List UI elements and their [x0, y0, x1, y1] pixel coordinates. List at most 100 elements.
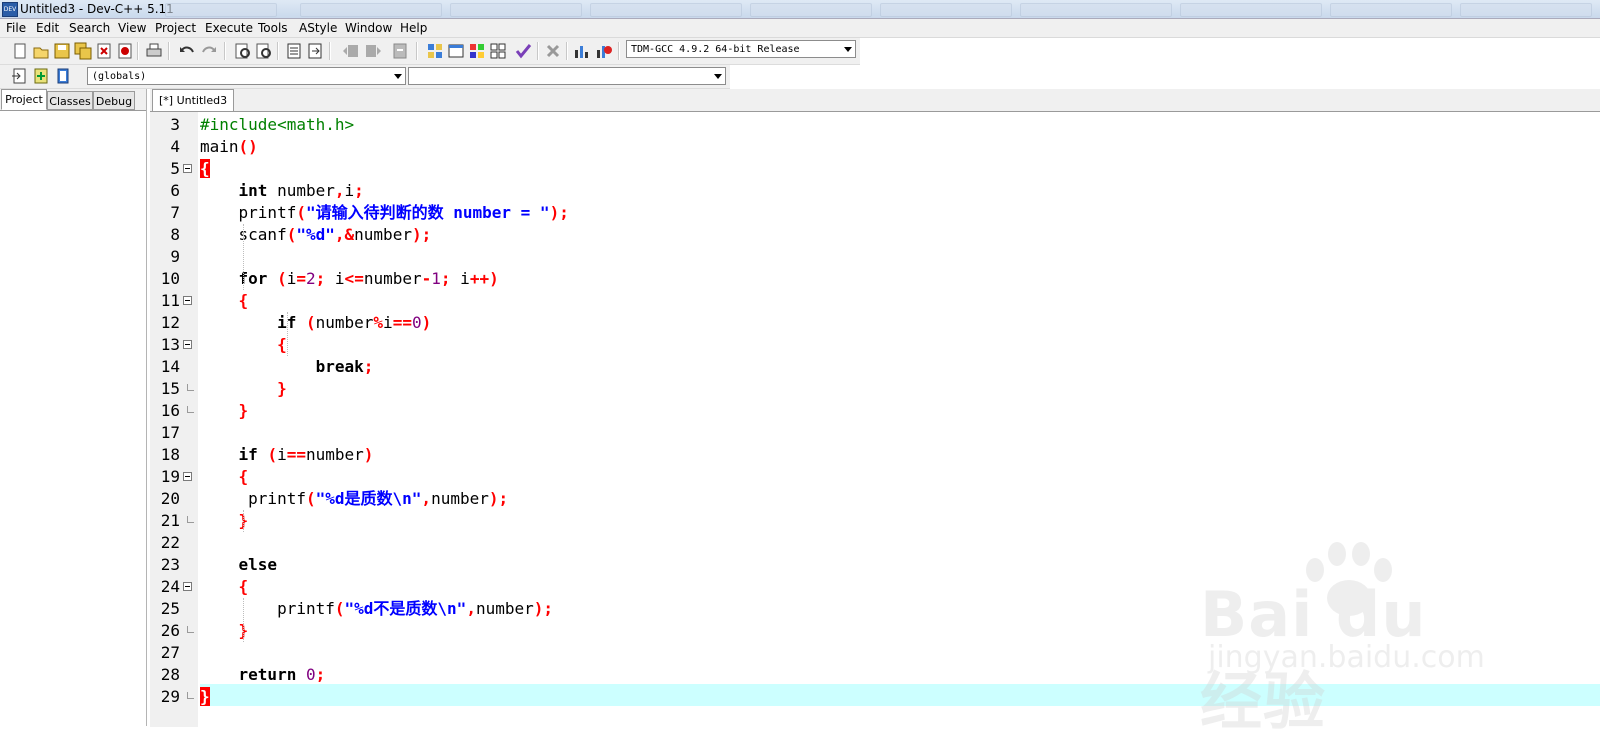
- menu-window[interactable]: Window: [345, 21, 392, 35]
- syntax-check-icon[interactable]: [513, 41, 533, 61]
- code-line[interactable]: {: [200, 576, 1600, 598]
- rebuild-all-icon[interactable]: [488, 41, 508, 61]
- menu-execute[interactable]: Execute: [205, 21, 253, 35]
- code-line[interactable]: for (i=2; i<=number-1; i++): [200, 268, 1600, 290]
- project-tree[interactable]: [0, 110, 146, 727]
- line-number: 6: [170, 181, 180, 200]
- find-icon[interactable]: [233, 41, 253, 61]
- code-line[interactable]: if (i==number): [200, 444, 1600, 466]
- code-line[interactable]: break;: [200, 356, 1600, 378]
- line-number: 23: [160, 555, 180, 574]
- toolbar-separator: [416, 42, 418, 60]
- line-number: 16: [160, 401, 180, 420]
- scope-select[interactable]: (globals): [87, 67, 406, 85]
- tab-project[interactable]: Project: [1, 89, 47, 110]
- code-editor[interactable]: 3 4 5 6 7 8 9 10 11 12 13 14 15 16 17 18 19 20 21 22 23 24 25 2…: [150, 111, 1600, 727]
- fold-toggle-icon[interactable]: [183, 582, 192, 591]
- fold-toggle-icon[interactable]: [183, 472, 192, 481]
- menu-view[interactable]: View: [118, 21, 146, 35]
- code-line[interactable]: [200, 422, 1600, 444]
- code-line[interactable]: return 0;: [200, 664, 1600, 686]
- code-line[interactable]: [200, 532, 1600, 554]
- code-line[interactable]: [200, 246, 1600, 268]
- devcpp-app-icon[interactable]: DEV: [2, 2, 18, 17]
- indent-guide: [243, 510, 244, 532]
- toggle-bookmark-icon[interactable]: [31, 66, 51, 86]
- menu-search[interactable]: Search: [69, 21, 110, 35]
- line-number: 19: [160, 467, 180, 486]
- open-file-icon[interactable]: [31, 41, 51, 61]
- insert-icon[interactable]: [10, 66, 30, 86]
- line-number-gutter: 3 4 5 6 7 8 9 10 11 12 13 14 15 16 17 18 19 20 21 22 23 24 25 2…: [150, 112, 198, 727]
- code-line[interactable]: {: [200, 466, 1600, 488]
- class-toolbar: (globals): [0, 65, 730, 89]
- code-line[interactable]: printf("%d是质数\n",number);: [200, 488, 1600, 510]
- menu-help[interactable]: Help: [400, 21, 427, 35]
- code-line[interactable]: }: [200, 686, 1600, 708]
- menu-tools[interactable]: Tools: [258, 21, 288, 35]
- code-line[interactable]: }: [200, 378, 1600, 400]
- indent-left-icon[interactable]: [341, 41, 361, 61]
- code-line[interactable]: }: [200, 510, 1600, 532]
- print-icon[interactable]: [144, 41, 164, 61]
- line-number: 8: [170, 225, 180, 244]
- code-line[interactable]: #include<math.h>: [200, 114, 1600, 136]
- save-icon[interactable]: [52, 41, 72, 61]
- run-icon[interactable]: [446, 41, 466, 61]
- fold-end-marker: [187, 626, 194, 633]
- function-select[interactable]: [408, 67, 726, 85]
- fold-toggle-icon[interactable]: [183, 296, 192, 305]
- redo-icon[interactable]: [199, 41, 219, 61]
- code-area[interactable]: #include<math.h> main(){ int number,i; pr…: [200, 112, 1600, 727]
- code-line[interactable]: {: [200, 290, 1600, 312]
- editor-tab-untitled3[interactable]: [*] Untitled3: [152, 89, 235, 112]
- tab-classes[interactable]: Classes: [47, 91, 93, 110]
- code-line[interactable]: else: [200, 554, 1600, 576]
- background-taskbar-tab: [165, 3, 277, 17]
- compiler-select[interactable]: TDM-GCC 4.9.2 64-bit Release: [626, 40, 856, 58]
- indent-guide: [287, 312, 288, 356]
- code-line[interactable]: printf("请输入待判断的数 number = ");: [200, 202, 1600, 224]
- menu-astyle[interactable]: AStyle: [299, 21, 337, 35]
- code-line[interactable]: }: [200, 620, 1600, 642]
- replace-icon[interactable]: [254, 41, 274, 61]
- background-taskbar-tab: [750, 3, 872, 17]
- goto-line-icon[interactable]: [284, 41, 304, 61]
- line-number: 10: [160, 269, 180, 288]
- code-line[interactable]: {: [200, 158, 1600, 180]
- code-line[interactable]: {: [200, 334, 1600, 356]
- save-all-icon[interactable]: [73, 41, 93, 61]
- delete-profile-icon[interactable]: [594, 41, 614, 61]
- new-file-icon[interactable]: [10, 41, 30, 61]
- stop-execution-icon[interactable]: [543, 41, 563, 61]
- code-line[interactable]: scanf("%d",&number);: [200, 224, 1600, 246]
- line-number: 14: [160, 357, 180, 376]
- menu-edit[interactable]: Edit: [36, 21, 59, 35]
- close-all-icon[interactable]: [115, 41, 135, 61]
- undo-icon[interactable]: [177, 41, 197, 61]
- fold-toggle-icon[interactable]: [183, 164, 192, 173]
- line-number: 11: [160, 291, 180, 310]
- compile-icon[interactable]: [425, 41, 445, 61]
- code-line[interactable]: printf("%d不是质数\n",number);: [200, 598, 1600, 620]
- chevron-down-icon: [714, 74, 722, 79]
- menu-file[interactable]: File: [6, 21, 26, 35]
- close-file-icon[interactable]: [94, 41, 114, 61]
- tab-debug[interactable]: Debug: [93, 91, 135, 110]
- code-line[interactable]: main(): [200, 136, 1600, 158]
- menu-project[interactable]: Project: [155, 21, 196, 35]
- background-taskbar-tab: [590, 3, 742, 17]
- profile-icon[interactable]: [572, 41, 592, 61]
- goto-function-icon[interactable]: [305, 41, 325, 61]
- indent-right-icon[interactable]: [363, 41, 383, 61]
- code-line[interactable]: [200, 642, 1600, 664]
- line-number: 15: [160, 379, 180, 398]
- goto-bookmark-icon[interactable]: [53, 66, 73, 86]
- code-line[interactable]: }: [200, 400, 1600, 422]
- code-line[interactable]: if (number%i==0): [200, 312, 1600, 334]
- compile-run-icon[interactable]: [467, 41, 487, 61]
- fold-toggle-icon[interactable]: [183, 340, 192, 349]
- menu-bar: File Edit Search View Project Execute To…: [0, 19, 1600, 38]
- code-line[interactable]: int number,i;: [200, 180, 1600, 202]
- toggle-comment-icon[interactable]: [390, 41, 410, 61]
